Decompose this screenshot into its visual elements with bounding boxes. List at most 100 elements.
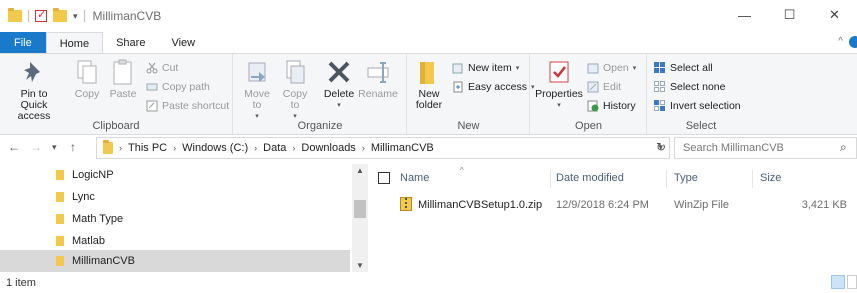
column-header-name[interactable]: Name bbox=[400, 164, 429, 192]
column-divider[interactable] bbox=[666, 170, 667, 188]
nav-item-math-type[interactable]: Math Type bbox=[0, 208, 350, 230]
folder-icon bbox=[56, 170, 64, 180]
breadcrumb-millimancvb[interactable]: MillimanCVB bbox=[371, 142, 434, 154]
folder-icon bbox=[56, 236, 64, 246]
maximize-button[interactable]: ☐ bbox=[767, 0, 812, 30]
folder-icon bbox=[56, 192, 64, 202]
tab-file[interactable]: File bbox=[0, 32, 46, 54]
minimize-button[interactable]: — bbox=[722, 0, 767, 30]
column-header-type[interactable]: Type bbox=[674, 164, 698, 192]
file-date: 12/9/2018 6:24 PM bbox=[556, 199, 649, 211]
pin-quick-access-button[interactable]: Pin to Quick access bbox=[6, 58, 62, 122]
nav-item-millimancvb[interactable]: MillimanCVB bbox=[0, 250, 350, 272]
back-arrow-icon[interactable]: ← bbox=[8, 140, 20, 154]
nav-item-lync[interactable]: Lync bbox=[0, 186, 350, 208]
nav-item-label: Matlab bbox=[72, 235, 106, 247]
properties-check-icon[interactable] bbox=[35, 8, 47, 22]
rename-button[interactable]: Rename bbox=[358, 58, 398, 100]
invert-selection-button[interactable]: Invert selection bbox=[654, 98, 741, 114]
paste-shortcut-icon bbox=[146, 100, 158, 112]
customize-qat-icon[interactable]: ▾ bbox=[73, 11, 78, 22]
paste-button[interactable]: Paste bbox=[108, 58, 138, 100]
chevron-down-icon: ▾ bbox=[632, 65, 637, 72]
tab-home[interactable]: Home bbox=[45, 32, 104, 54]
details-view-icon[interactable] bbox=[831, 275, 845, 289]
select-all-icon bbox=[654, 62, 666, 74]
organize-group: Move to ▾ Copy to ▾ Delete ▾ Rename Orga… bbox=[234, 54, 407, 134]
move-to-label: Move to bbox=[244, 88, 270, 111]
paste-shortcut-button[interactable]: Paste shortcut bbox=[146, 98, 229, 114]
properties-button[interactable]: Properties ▾ bbox=[535, 58, 583, 111]
tab-share[interactable]: Share bbox=[103, 32, 158, 54]
breadcrumb-data[interactable]: Data bbox=[263, 142, 286, 154]
new-folder-icon[interactable] bbox=[53, 8, 67, 22]
history-button[interactable]: History bbox=[587, 98, 636, 114]
ribbon-collapse-icon[interactable]: ^ bbox=[838, 36, 843, 47]
help-icon[interactable] bbox=[849, 36, 857, 48]
copy-path-button[interactable]: Copy path bbox=[146, 79, 210, 95]
breadcrumb-downloads[interactable]: Downloads bbox=[301, 142, 355, 154]
new-item-icon bbox=[452, 62, 464, 74]
scroll-up-icon[interactable]: ▲ bbox=[356, 166, 364, 175]
rename-icon bbox=[366, 58, 390, 86]
edit-button[interactable]: Edit bbox=[587, 79, 621, 95]
rename-label: Rename bbox=[358, 88, 398, 100]
new-folder-label: New folder bbox=[415, 88, 443, 111]
easy-access-button[interactable]: Easy access ▾ bbox=[452, 79, 534, 95]
scroll-down-icon[interactable]: ▼ bbox=[356, 261, 364, 270]
paste-label: Paste bbox=[109, 88, 137, 100]
nav-pane-scrollbar[interactable]: ▲ ▼ bbox=[352, 164, 368, 272]
cut-button[interactable]: Cut bbox=[146, 60, 178, 76]
breadcrumb-separator-icon[interactable]: › bbox=[292, 143, 295, 153]
copy-path-label: Copy path bbox=[162, 81, 210, 93]
delete-button[interactable]: Delete ▾ bbox=[322, 58, 356, 111]
breadcrumb-separator-icon[interactable]: › bbox=[119, 143, 122, 153]
nav-item-matlab[interactable]: Matlab bbox=[0, 230, 350, 252]
breadcrumb-this-pc[interactable]: This PC bbox=[128, 142, 167, 154]
tab-view[interactable]: View bbox=[158, 32, 208, 54]
refresh-icon[interactable]: ↻ bbox=[656, 140, 666, 154]
new-folder-button[interactable]: New folder bbox=[412, 58, 446, 111]
nav-item-label: LogicNP bbox=[72, 169, 114, 181]
new-item-label: New item bbox=[468, 62, 512, 74]
edit-icon bbox=[587, 81, 599, 93]
new-group-label: New bbox=[457, 120, 480, 132]
large-icons-view-icon[interactable] bbox=[847, 275, 857, 289]
history-icon bbox=[587, 100, 599, 112]
breadcrumb-separator-icon[interactable]: › bbox=[362, 143, 365, 153]
nav-item-logicnp[interactable]: LogicNP bbox=[0, 164, 350, 186]
column-header-date[interactable]: Date modified bbox=[556, 164, 624, 192]
column-divider[interactable] bbox=[550, 170, 551, 188]
column-divider[interactable] bbox=[752, 170, 753, 188]
chevron-down-icon: ▾ bbox=[337, 102, 341, 109]
recent-locations-chevron-icon[interactable]: ▾ bbox=[52, 142, 57, 153]
clipboard-group-label: Clipboard bbox=[92, 120, 140, 132]
select-all-button[interactable]: Select all bbox=[654, 60, 713, 76]
file-row[interactable]: MillimanCVBSetup1.0.zip 12/9/2018 6:24 P… bbox=[370, 194, 857, 216]
address-bar[interactable]: › This PC › Windows (C:) › Data › Downlo… bbox=[96, 137, 670, 159]
pin-label: Pin to Quick access bbox=[17, 88, 51, 122]
window-title: MillimanCVB bbox=[92, 9, 162, 23]
select-all-checkbox[interactable] bbox=[378, 172, 390, 184]
search-input[interactable]: Search MillimanCVB bbox=[674, 137, 857, 159]
up-arrow-icon[interactable]: ↑ bbox=[70, 140, 76, 154]
zip-file-icon bbox=[400, 197, 412, 211]
copy-to-button[interactable]: Copy to ▾ bbox=[280, 58, 310, 122]
copy-label: Copy bbox=[74, 88, 100, 100]
scrollbar-thumb[interactable] bbox=[354, 200, 366, 218]
breadcrumb-separator-icon[interactable]: › bbox=[173, 143, 176, 153]
move-to-button[interactable]: Move to ▾ bbox=[242, 58, 272, 122]
open-button[interactable]: Open ▾ bbox=[587, 60, 636, 76]
forward-arrow-icon[interactable]: → bbox=[30, 140, 42, 154]
chevron-down-icon: ▾ bbox=[557, 102, 561, 109]
new-item-button[interactable]: New item ▾ bbox=[452, 60, 519, 76]
paste-icon bbox=[111, 58, 135, 86]
breadcrumb-separator-icon[interactable]: › bbox=[254, 143, 257, 153]
select-none-button[interactable]: Select none bbox=[654, 79, 725, 95]
new-folder-icon bbox=[417, 58, 441, 86]
column-header-size[interactable]: Size bbox=[760, 164, 781, 192]
close-button[interactable]: ✕ bbox=[812, 0, 857, 30]
breadcrumb-windows-c[interactable]: Windows (C:) bbox=[182, 142, 248, 154]
search-icon[interactable]: ⌕ bbox=[840, 140, 851, 155]
copy-button[interactable]: Copy bbox=[72, 58, 102, 100]
